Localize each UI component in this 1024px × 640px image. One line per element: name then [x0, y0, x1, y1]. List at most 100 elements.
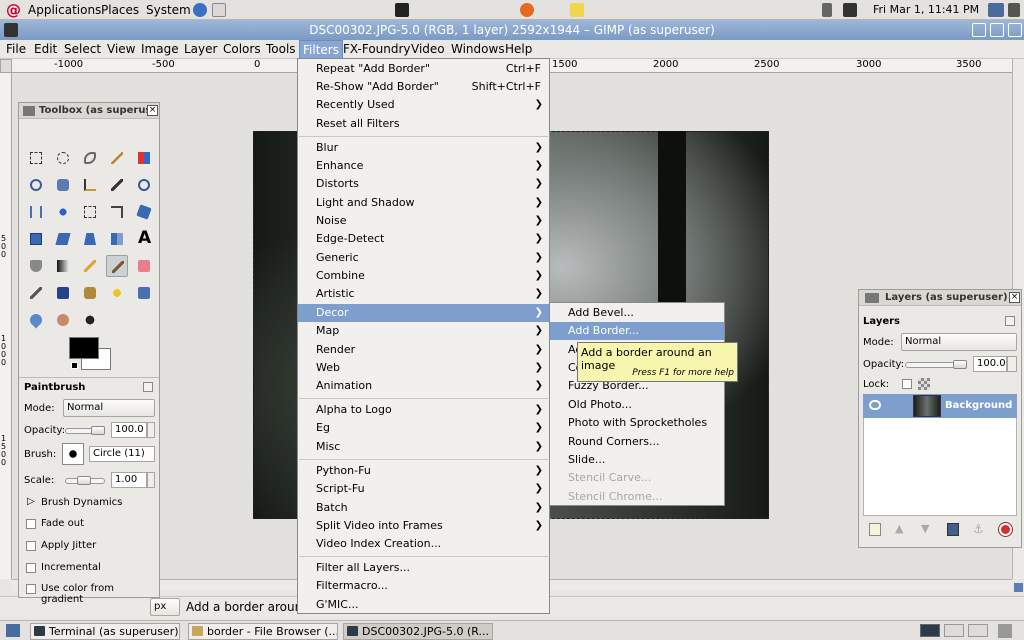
system-menu[interactable]: System	[146, 0, 191, 20]
scale-tool[interactable]	[25, 228, 47, 250]
crop-tool[interactable]	[106, 201, 128, 223]
menu-file[interactable]: File	[3, 40, 29, 59]
add-bevel-item[interactable]: Add Bevel...	[550, 304, 724, 322]
blur-sharpen-tool[interactable]	[25, 309, 47, 331]
smudge-tool[interactable]	[52, 309, 74, 331]
menu-edit[interactable]: Edit	[31, 40, 60, 59]
firefox-icon[interactable]	[520, 3, 534, 17]
new-layer-icon[interactable]	[869, 523, 881, 536]
globe-icon[interactable]	[193, 3, 207, 17]
scissors-tool[interactable]	[25, 174, 47, 196]
fade-out-label[interactable]: Fade out	[41, 518, 84, 529]
brush-preview[interactable]	[62, 443, 84, 465]
layer-opacity-input[interactable]: 100.0	[973, 356, 1007, 372]
taskbar-terminal[interactable]: Terminal (as superuser)	[30, 623, 180, 640]
eraser-tool[interactable]	[133, 255, 155, 277]
round-corners-item[interactable]: Round Corners...	[550, 433, 724, 451]
window-menu-icon[interactable]	[4, 23, 18, 37]
workspace-1[interactable]	[920, 624, 940, 637]
debian-logo-icon[interactable]: @	[6, 2, 21, 18]
applications-menu[interactable]: Applications	[28, 0, 101, 20]
flip-tool[interactable]	[106, 228, 128, 250]
menu-help[interactable]: Help	[502, 40, 535, 59]
layer-opacity-spin-icon[interactable]	[1007, 356, 1017, 372]
ruler-corner-button[interactable]	[0, 59, 12, 73]
bucket-fill-tool[interactable]	[25, 255, 47, 277]
align-tool[interactable]	[79, 201, 101, 223]
window-titlebar[interactable]: DSC00302.JPG-5.0 (RGB, 1 layer) 2592x194…	[0, 20, 1024, 40]
heal-tool[interactable]	[106, 282, 128, 304]
navigate-icon[interactable]	[1014, 583, 1023, 592]
anchor-layer-icon[interactable]: ⚓	[973, 523, 985, 536]
clone-tool[interactable]	[79, 282, 101, 304]
lower-layer-icon[interactable]: ▼	[921, 523, 933, 536]
filter-misc[interactable]: Misc ❯	[298, 438, 549, 456]
filter-artistic[interactable]: Artistic ❯	[298, 285, 549, 303]
move-tool[interactable]	[52, 201, 74, 223]
airbrush-tool[interactable]	[25, 282, 47, 304]
select-by-color-tool[interactable]	[133, 147, 155, 169]
reset-all-filters-item[interactable]: Reset all Filters	[298, 115, 549, 133]
filter-light-shadow[interactable]: Light and Shadow ❯	[298, 194, 549, 212]
brush-dynamics-expander[interactable]: Brush Dynamics	[41, 497, 122, 508]
measure-tool[interactable]	[25, 201, 47, 223]
volume-icon[interactable]	[822, 3, 832, 17]
layer-name[interactable]: Background	[945, 394, 1012, 418]
eye-icon[interactable]	[869, 400, 881, 410]
filter-generic[interactable]: Generic ❯	[298, 249, 549, 267]
filter-animation[interactable]: Animation ❯	[298, 377, 549, 395]
minimize-button[interactable]	[972, 23, 986, 37]
filter-python-fu[interactable]: Python-Fu ❯	[298, 462, 549, 480]
rotate-tool[interactable]	[133, 201, 155, 223]
menu-video[interactable]: Video	[408, 40, 448, 59]
perspective-clone-tool[interactable]	[133, 282, 155, 304]
shear-tool[interactable]	[52, 228, 74, 250]
apply-jitter-checkbox[interactable]	[26, 541, 36, 551]
blend-tool[interactable]	[52, 255, 74, 277]
scale-input[interactable]: 1.00	[111, 472, 147, 488]
incremental-label[interactable]: Incremental	[41, 562, 101, 573]
fade-out-checkbox[interactable]	[26, 519, 36, 529]
layer-opacity-knob[interactable]	[953, 360, 967, 369]
recently-used-item[interactable]: Recently Used ❯	[298, 96, 549, 114]
show-desktop-icon[interactable]	[988, 3, 1004, 17]
workspace-2[interactable]	[944, 624, 964, 637]
places-menu[interactable]: Places	[101, 0, 139, 20]
menu-select[interactable]: Select	[61, 40, 104, 59]
terminal-launcher-icon[interactable]	[395, 3, 409, 17]
filter-noise[interactable]: Noise ❯	[298, 212, 549, 230]
filter-script-fu[interactable]: Script-Fu ❯	[298, 480, 549, 498]
menu-filters[interactable]: Filters	[299, 40, 343, 59]
fuzzy-select-tool[interactable]	[106, 147, 128, 169]
menu-image[interactable]: Image	[138, 40, 182, 59]
filter-eg[interactable]: Eg ❯	[298, 419, 549, 437]
clock[interactable]: Fri Mar 1, 11:41 PM	[873, 0, 979, 20]
filter-all-layers[interactable]: Filter all Layers...	[298, 559, 549, 577]
filter-web[interactable]: Web ❯	[298, 359, 549, 377]
zoom-tool[interactable]	[133, 174, 155, 196]
opacity-slider-knob[interactable]	[91, 426, 105, 435]
layer-row[interactable]: Background	[863, 394, 1017, 418]
reshow-add-border-item[interactable]: Re-Show "Add Border" Shift+Ctrl+F	[298, 78, 549, 96]
mail-icon[interactable]	[212, 3, 226, 17]
foreground-select-tool[interactable]	[52, 174, 74, 196]
filter-split-video[interactable]: Split Video into Frames ❯	[298, 517, 549, 535]
menu-view[interactable]: View	[104, 40, 138, 59]
scale-spin-icon[interactable]	[147, 472, 155, 488]
filter-video-index[interactable]: Video Index Creation...	[298, 535, 549, 553]
paths-tool[interactable]	[79, 174, 101, 196]
power-icon[interactable]	[1008, 3, 1020, 17]
menu-layer[interactable]: Layer	[181, 40, 220, 59]
swap-colors-icon[interactable]	[71, 362, 78, 369]
filter-filtermacro[interactable]: Filtermacro...	[298, 577, 549, 595]
taskbar-gimp[interactable]: DSC00302.JPG-5.0 (R...	[343, 623, 493, 640]
filter-blur[interactable]: Blur ❯	[298, 139, 549, 157]
filter-enhance[interactable]: Enhance ❯	[298, 157, 549, 175]
layers-menu-icon[interactable]	[1005, 316, 1015, 326]
filter-distorts[interactable]: Distorts ❯	[298, 175, 549, 193]
ellipse-select-tool[interactable]	[52, 147, 74, 169]
show-desktop-button[interactable]	[6, 624, 20, 637]
ink-tool[interactable]	[52, 282, 74, 304]
menu-tools[interactable]: Tools	[263, 40, 299, 59]
notes-icon[interactable]	[570, 3, 584, 17]
